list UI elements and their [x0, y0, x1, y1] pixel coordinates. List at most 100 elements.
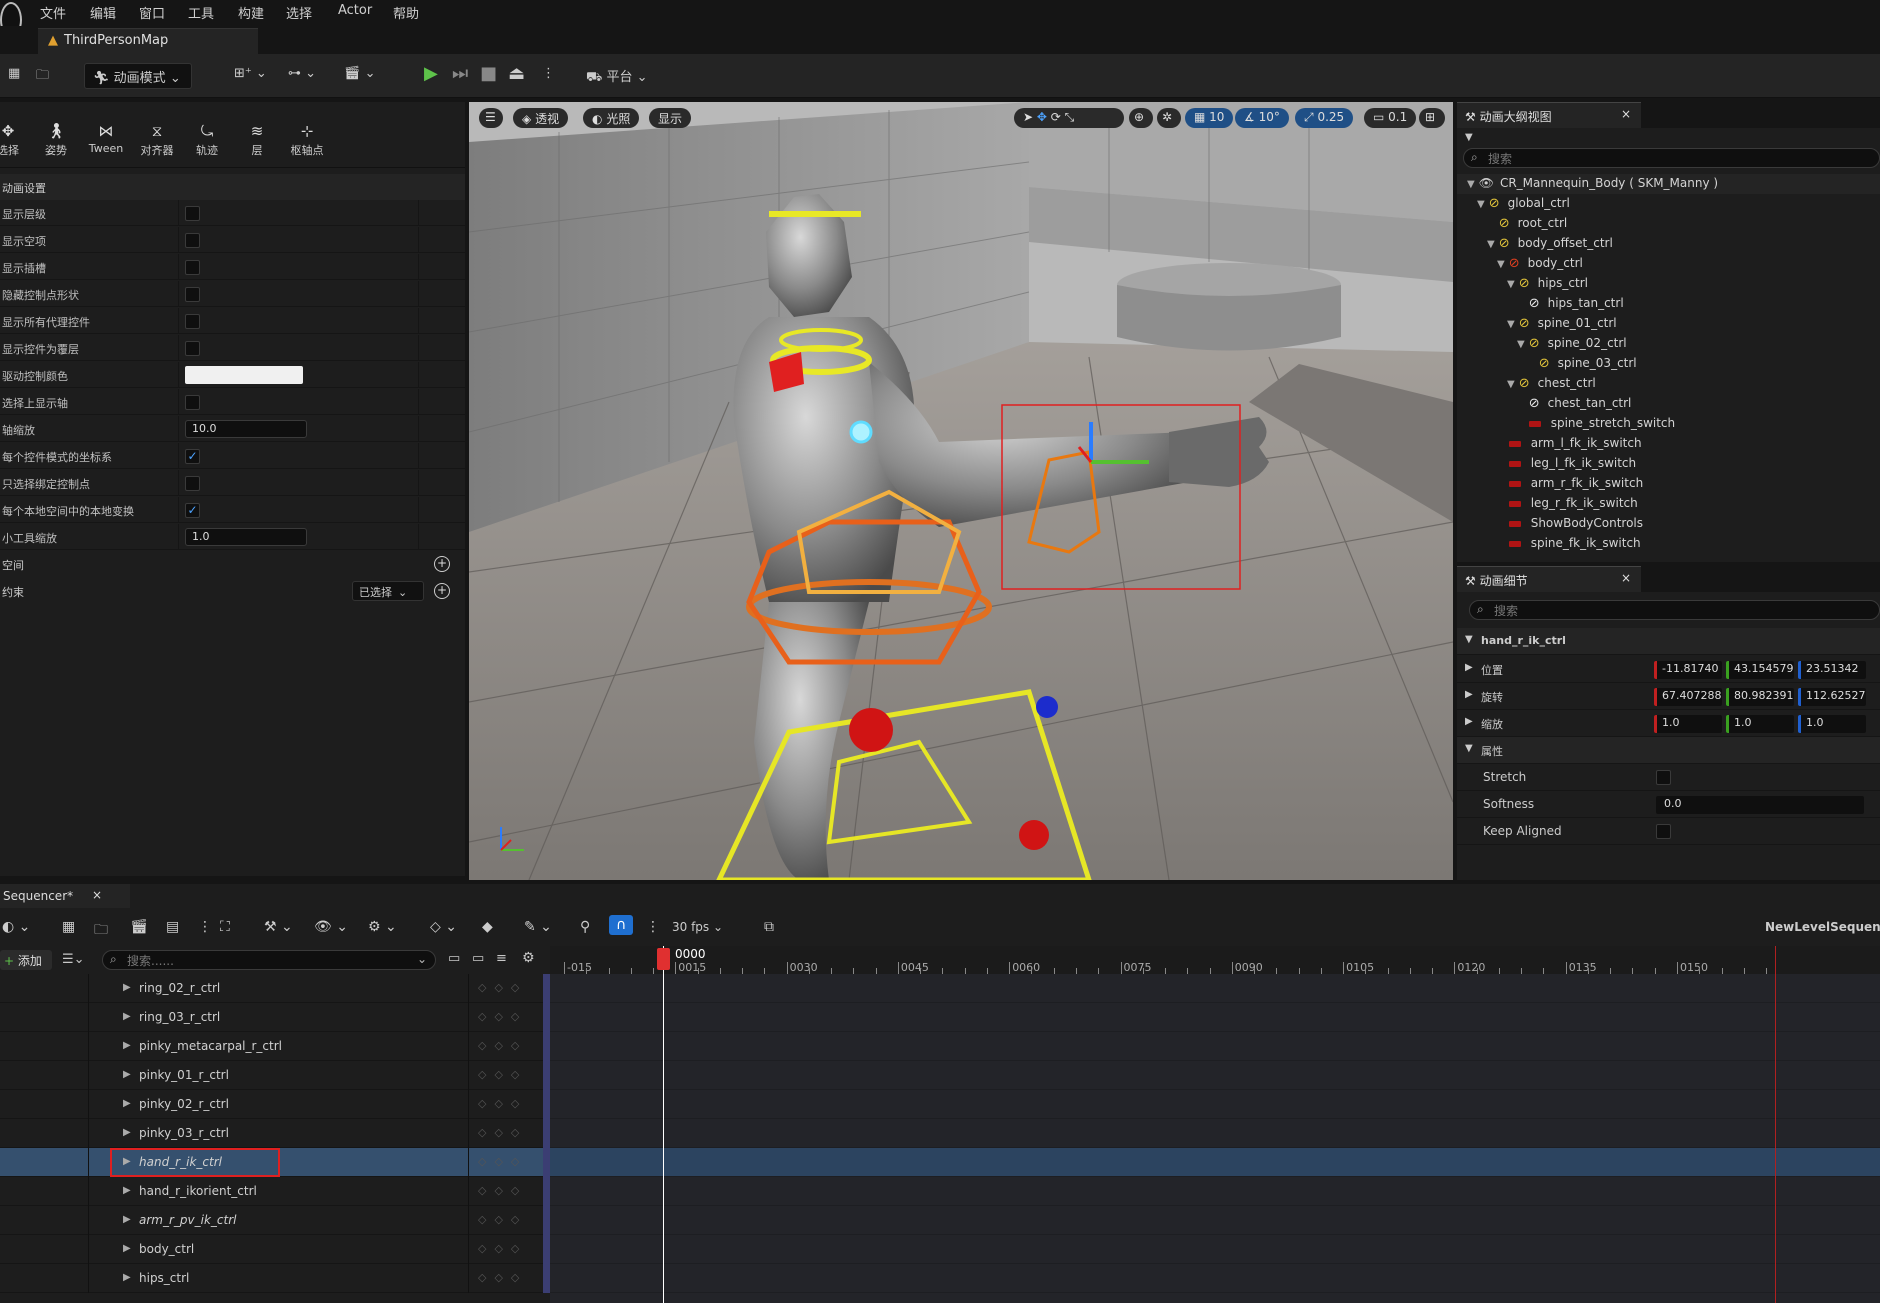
list-view-icon[interactable]: ≡: [496, 951, 507, 966]
snap-magnet-icon[interactable]: ∩: [609, 915, 634, 935]
track-row[interactable]: ▶ arm_r_pv_ik_ctrl ◇◇◇: [0, 1206, 550, 1235]
expand-arrow-icon[interactable]: ▼: [1477, 199, 1485, 210]
menu-item[interactable]: 编辑: [90, 3, 116, 22]
key-nav-icons[interactable]: ◇◇◇: [478, 1039, 527, 1052]
outliner-item[interactable]: ▼⊘hips_tan_ctrl: [1457, 294, 1880, 314]
edit-dropdown-icon[interactable]: ✎ ⌄: [524, 919, 552, 935]
track-row[interactable]: ▶ hips_ctrl ◇◇◇: [0, 1264, 550, 1293]
expand-arrow-icon[interactable]: ▼: [1487, 239, 1495, 250]
key-nav-icons[interactable]: ◇◇◇: [478, 1097, 527, 1110]
track-row[interactable]: ▶ pinky_metacarpal_r_ctrl ◇◇◇: [0, 1032, 550, 1061]
outliner-item[interactable]: ▼spine_stretch_switch: [1457, 414, 1880, 434]
key-nav-icons[interactable]: ◇◇◇: [478, 1155, 527, 1168]
eject-icon[interactable]: ⏏︎: [500, 60, 533, 86]
timeline-track-row[interactable]: [550, 1032, 1880, 1061]
setting-checkbox[interactable]: ✓: [185, 503, 200, 518]
track-search-input[interactable]: ⌕ 搜索...... ⌄: [102, 950, 436, 970]
outliner-item[interactable]: ▼ ⊘ spine_01_ctrl: [1457, 314, 1880, 334]
blueprint-button[interactable]: ⊶ ⌄: [280, 63, 324, 89]
sequencer-tab[interactable]: Sequencer* ×: [0, 884, 130, 908]
setting-checkbox[interactable]: [185, 233, 200, 248]
track-row[interactable]: ▶ hand_r_ik_ctrl ◇◇◇: [0, 1148, 550, 1177]
close-icon[interactable]: ×: [1621, 571, 1631, 585]
expand-arrow-icon[interactable]: ▶: [123, 1040, 131, 1051]
track-row[interactable]: ▶ ring_02_r_ctrl ◇◇◇: [0, 974, 550, 1003]
expand-arrow-icon[interactable]: ▶: [123, 1069, 131, 1080]
location-x-field[interactable]: -11.81740: [1654, 661, 1722, 679]
outliner-item[interactable]: ▼arm_l_fk_ik_switch: [1457, 434, 1880, 454]
menu-item[interactable]: 工具: [188, 3, 214, 22]
scale-y-field[interactable]: 1.0: [1726, 715, 1794, 733]
timeline-track-row[interactable]: [550, 1003, 1880, 1032]
snap-options-icon[interactable]: ⋮: [646, 919, 660, 935]
tool-snapper[interactable]: ⧖ 对齐器: [134, 122, 180, 158]
timeline-track-row[interactable]: [550, 1090, 1880, 1119]
track-row[interactable]: ▶ pinky_03_r_ctrl ◇◇◇: [0, 1119, 550, 1148]
outliner-item[interactable]: ▼arm_r_fk_ik_switch: [1457, 474, 1880, 494]
expand-arrow-icon[interactable]: ▼: [1507, 379, 1515, 390]
timeline-track-row[interactable]: [550, 1148, 1880, 1177]
add-constraint-icon[interactable]: +: [434, 583, 450, 599]
menu-item[interactable]: Actor: [338, 3, 372, 18]
timeline-track-row[interactable]: [550, 1177, 1880, 1206]
setting-checkbox[interactable]: [185, 287, 200, 302]
outliner-tab[interactable]: ⚒ 动画大纲视图 ×: [1457, 102, 1641, 128]
track-row[interactable]: ▶ body_ctrl ◇◇◇: [0, 1235, 550, 1264]
setting-checkbox[interactable]: [185, 314, 200, 329]
track-row[interactable]: ▶ ring_03_r_ctrl ◇◇◇: [0, 1003, 550, 1032]
menu-item[interactable]: 帮助: [393, 3, 419, 22]
setting-checkbox[interactable]: [185, 260, 200, 275]
rotation-y-field[interactable]: 80.982391: [1726, 688, 1794, 706]
filter-icon[interactable]: ☰⌄: [62, 952, 85, 967]
tab-map[interactable]: ▲ ThirdPersonMap: [38, 28, 258, 54]
setting-checkbox[interactable]: [185, 476, 200, 491]
timeline-track-row[interactable]: [550, 1264, 1880, 1293]
rotation-snap-button[interactable]: ∡ 10°: [1235, 108, 1289, 128]
key-nav-icons[interactable]: ◇◇◇: [478, 1242, 527, 1255]
marker-icon[interactable]: ⚲: [580, 919, 590, 935]
timeline-track-row[interactable]: [550, 1206, 1880, 1235]
outliner-item[interactable]: ▼ ⊘ hips_ctrl: [1457, 274, 1880, 294]
track-row[interactable]: ▶ pinky_01_r_ctrl ◇◇◇: [0, 1061, 550, 1090]
outliner-item[interactable]: ▼leg_l_fk_ik_switch: [1457, 454, 1880, 474]
expand-arrow-icon[interactable]: ▶: [123, 1214, 131, 1225]
scale-z-field[interactable]: 1.0: [1798, 715, 1866, 733]
collapse-all-icon[interactable]: ▭: [448, 951, 460, 966]
rotation-x-field[interactable]: 67.407288: [1654, 688, 1722, 706]
more-icon[interactable]: ⋮: [198, 919, 212, 935]
tool-trail[interactable]: ⤿ 轨迹: [184, 122, 230, 158]
eye-icon[interactable]: 👁︎: [1479, 176, 1494, 190]
outliner-search-input[interactable]: ⌕ 搜索: [1463, 148, 1880, 168]
expand-arrow-icon[interactable]: ▶: [123, 982, 131, 993]
expand-icon[interactable]: ▶: [1465, 716, 1473, 727]
setting-value-field[interactable]: 10.0: [185, 420, 307, 438]
rotation-z-field[interactable]: 112.62527: [1798, 688, 1866, 706]
curve-icon[interactable]: ⛶: [220, 919, 230, 935]
timeline-track-row[interactable]: [550, 974, 1880, 1003]
add-space-icon[interactable]: +: [434, 556, 450, 572]
setting-checkbox[interactable]: ✓: [185, 449, 200, 464]
browse-sequence-icon[interactable]: 🗀: [94, 919, 108, 943]
curve-editor-icon[interactable]: ⧉: [764, 919, 774, 935]
add-track-button[interactable]: + 添加: [0, 950, 52, 970]
lit-button[interactable]: ◐ 光照: [583, 108, 640, 128]
tool-layers[interactable]: ≋ 层: [234, 122, 280, 158]
color-swatch[interactable]: [185, 366, 303, 384]
attributes-header[interactable]: ▼ 属性: [1457, 737, 1880, 764]
track-row[interactable]: ▶ hand_r_ikorient_ctrl ◇◇◇: [0, 1177, 550, 1206]
playhead-handle[interactable]: [657, 948, 670, 970]
scale-snap-button[interactable]: ⤢ 0.25: [1295, 108, 1354, 128]
location-y-field[interactable]: 43.154579: [1726, 661, 1794, 679]
expand-icon[interactable]: ▶: [1465, 662, 1473, 673]
expand-arrow-icon[interactable]: ▼: [1467, 179, 1475, 190]
tool-select[interactable]: ✥ 选择: [0, 122, 31, 158]
filter-chevron-icon[interactable]: ▼: [1465, 132, 1473, 143]
platform-dropdown[interactable]: ⛟ 平台 ⌄: [578, 63, 656, 89]
expand-arrow-icon[interactable]: ▶: [123, 1098, 131, 1109]
clapper-icon[interactable]: ▤: [166, 919, 179, 935]
time-ruler[interactable]: -015 0015 0030 0045 0060 0075 0090 0105 0120 0135…: [550, 946, 1880, 974]
key-nav-icons[interactable]: ◇◇◇: [478, 981, 527, 994]
fps-dropdown[interactable]: 30 fps ⌄: [672, 920, 723, 934]
timeline-track-row[interactable]: [550, 1235, 1880, 1264]
timeline-track-row[interactable]: [550, 1061, 1880, 1090]
